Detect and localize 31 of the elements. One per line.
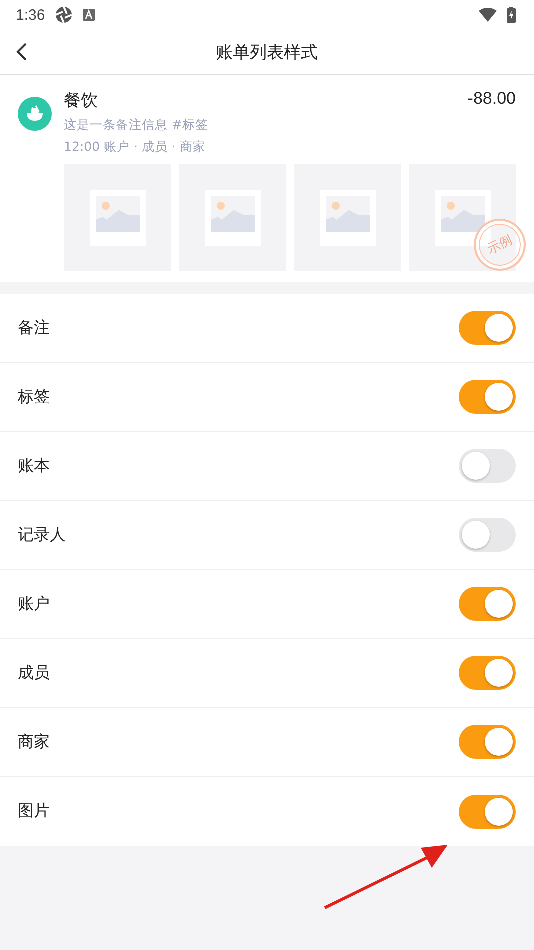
setting-label: 账本 (18, 456, 50, 476)
page-title: 账单列表样式 (216, 42, 318, 64)
category-name: 餐饮 (64, 90, 98, 112)
setting-label: 成员 (18, 662, 50, 684)
setting-label: 图片 (18, 801, 50, 822)
amount: -88.00 (468, 89, 516, 110)
image-placeholder-icon (90, 190, 146, 246)
toggle-switch[interactable] (459, 518, 516, 552)
setting-label: 商家 (18, 732, 50, 752)
back-icon[interactable] (16, 42, 28, 62)
toggle-switch[interactable] (459, 587, 516, 621)
image-placeholder-icon (320, 190, 376, 246)
wifi-icon (479, 8, 497, 22)
rice-bowl-icon (18, 97, 52, 131)
meta-text: 12:00 账户 · 成员 · 商家 (64, 139, 207, 156)
status-time: 1:36 (16, 6, 46, 24)
setting-label: 标签 (18, 386, 50, 408)
toggle-switch[interactable] (459, 656, 516, 690)
aperture-icon (55, 6, 74, 24)
keyboard-icon (83, 9, 96, 21)
note-text: 这是一条备注信息 #标签 (64, 117, 210, 134)
toggle-switch[interactable] (459, 380, 516, 414)
setting-label: 备注 (18, 318, 50, 338)
battery-icon (507, 7, 516, 23)
setting-label: 账户 (18, 594, 50, 614)
toggle-switch[interactable] (459, 311, 516, 345)
setting-label: 记录人 (18, 524, 66, 546)
image-placeholder-icon (204, 190, 260, 246)
toggle-switch[interactable] (459, 449, 516, 483)
toggle-switch[interactable] (459, 725, 516, 759)
toggle-switch[interactable] (459, 794, 516, 828)
